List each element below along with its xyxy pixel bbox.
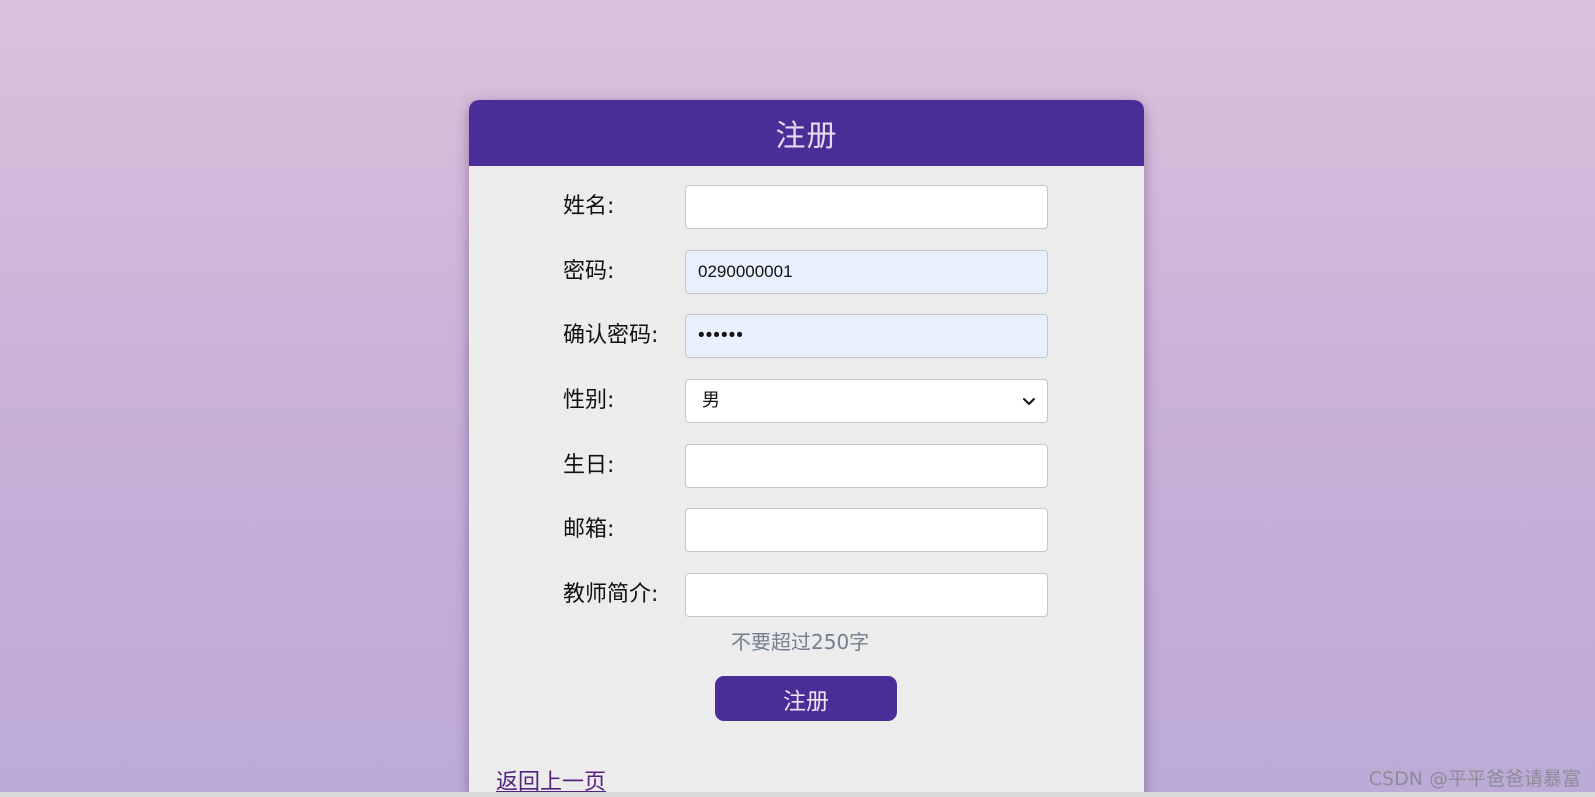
password-input[interactable]: 0290000001 — [685, 250, 1048, 294]
intro-input[interactable] — [685, 573, 1048, 617]
form-row-confirm-password: 确认密码: •••••• — [469, 314, 1144, 358]
card-header: 注册 — [469, 100, 1144, 166]
gender-select[interactable]: 男 — [685, 379, 1048, 423]
form-row-gender: 性别: 男 — [469, 379, 1144, 423]
form-row-name: 姓名: — [469, 185, 1144, 229]
name-input[interactable] — [685, 185, 1048, 229]
form-row-email: 邮箱: — [469, 508, 1144, 552]
form-row-password: 密码: 0290000001 — [469, 250, 1144, 294]
password-label: 密码: — [563, 259, 615, 284]
birthday-input[interactable] — [685, 444, 1048, 488]
email-input[interactable] — [685, 508, 1048, 552]
confirm-password-label: 确认密码: — [563, 323, 659, 348]
name-label: 姓名: — [563, 194, 615, 219]
intro-label: 教师简介: — [563, 582, 659, 607]
form-row-intro: 教师简介: — [469, 573, 1144, 617]
confirm-password-input[interactable]: •••••• — [685, 314, 1048, 358]
gender-label: 性别: — [563, 388, 615, 413]
chevron-down-icon — [1023, 398, 1035, 405]
register-button[interactable]: 注册 — [715, 676, 897, 721]
watermark: CSDN @平平爸爸请暴富 — [1368, 768, 1581, 790]
intro-hint: 不要超过250字 — [731, 630, 870, 654]
form-row-birthday: 生日: — [469, 444, 1144, 488]
register-card: 注册 姓名: 密码: 0290000001 确认密码: •••••• 性别: 男… — [469, 100, 1144, 797]
birthday-label: 生日: — [563, 453, 615, 478]
gender-selected-value: 男 — [702, 390, 720, 411]
bottom-strip — [0, 792, 1595, 797]
email-label: 邮箱: — [563, 517, 615, 542]
page-title: 注册 — [775, 119, 838, 154]
